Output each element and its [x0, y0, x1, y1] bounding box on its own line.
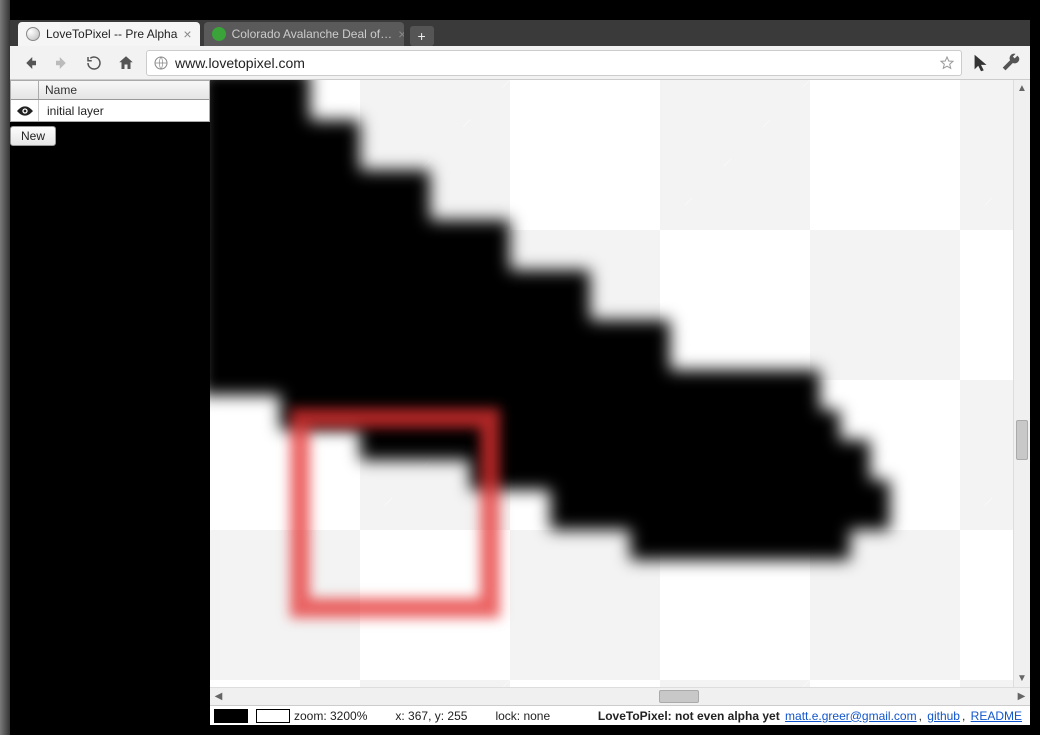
back-button[interactable]: [18, 51, 42, 75]
window-frame-left: [0, 0, 10, 735]
page-content: Name initial layer New: [10, 80, 1030, 725]
new-tab-button[interactable]: +: [410, 26, 434, 46]
email-link[interactable]: matt.e.greer@gmail.com: [785, 709, 917, 723]
close-icon[interactable]: ×: [183, 27, 191, 41]
brush-cursor-outline: [290, 408, 500, 618]
browser-tab-active[interactable]: LoveToPixel -- Pre Alpha ×: [18, 22, 200, 46]
globe-icon: [26, 27, 40, 41]
scroll-up-button[interactable]: ▲: [1014, 80, 1030, 97]
tab-strip: LoveToPixel -- Pre Alpha × Colorado Aval…: [10, 20, 1030, 46]
readme-link[interactable]: README: [971, 709, 1022, 723]
canvas-viewport[interactable]: ▲ ▼: [210, 80, 1030, 687]
layers-sidebar: Name initial layer New: [10, 80, 210, 146]
url-input[interactable]: [175, 55, 939, 71]
layers-header: Name: [10, 80, 210, 100]
scroll-right-button[interactable]: ▶: [1013, 691, 1030, 702]
arrow-left-icon: [21, 54, 39, 72]
wrench-icon[interactable]: [1000, 52, 1022, 74]
vertical-scrollbar[interactable]: ▲ ▼: [1013, 80, 1030, 687]
reload-button[interactable]: [82, 51, 106, 75]
tab-title: LoveToPixel -- Pre Alpha: [46, 27, 177, 41]
foreground-color-swatch[interactable]: [214, 709, 248, 723]
background-color-swatch[interactable]: [256, 709, 290, 723]
layer-row[interactable]: initial layer: [10, 100, 210, 122]
cursor-tool-icon[interactable]: [970, 52, 992, 74]
horizontal-scroll-track[interactable]: [227, 688, 1013, 705]
layer-name: initial layer: [39, 104, 104, 118]
app-tagline: LoveToPixel: not even alpha yet: [598, 709, 780, 723]
browser-window: LoveToPixel -- Pre Alpha × Colorado Aval…: [0, 0, 1040, 735]
home-button[interactable]: [114, 51, 138, 75]
tab-title: Colorado Avalanche Deal of…: [232, 27, 393, 41]
lock-status: lock: none: [495, 709, 550, 723]
globe-icon: [153, 55, 169, 71]
status-right: LoveToPixel: not even alpha yet matt.e.g…: [598, 709, 1024, 723]
name-column-header: Name: [39, 83, 77, 97]
scroll-left-button[interactable]: ◀: [210, 691, 227, 702]
status-bar: zoom: 3200% x: 367, y: 255 lock: none Lo…: [210, 705, 1030, 725]
reload-icon: [85, 54, 103, 72]
close-icon[interactable]: ×: [398, 27, 403, 41]
scroll-down-button[interactable]: ▼: [1014, 670, 1030, 687]
horizontal-scroll-thumb[interactable]: [659, 690, 699, 703]
star-icon[interactable]: [939, 55, 955, 71]
arrow-right-icon: [53, 54, 71, 72]
site-icon: [212, 27, 226, 41]
eye-icon: [17, 106, 33, 116]
github-link[interactable]: github: [927, 709, 960, 723]
home-icon: [117, 54, 135, 72]
address-bar[interactable]: [146, 50, 962, 76]
zoom-status: zoom: 3200%: [294, 709, 367, 723]
visibility-column-header: [11, 81, 39, 99]
vertical-scroll-thumb[interactable]: [1016, 420, 1028, 460]
horizontal-scrollbar[interactable]: ◀ ▶: [210, 687, 1030, 705]
layer-visibility-toggle[interactable]: [11, 100, 39, 121]
forward-button[interactable]: [50, 51, 74, 75]
coords-status: x: 367, y: 255: [395, 709, 467, 723]
new-layer-button[interactable]: New: [10, 126, 56, 146]
plus-icon: +: [418, 28, 426, 44]
layers-panel: Name initial layer: [10, 80, 210, 122]
browser-toolbar: [10, 46, 1030, 80]
browser-tab-inactive[interactable]: Colorado Avalanche Deal of… ×: [204, 22, 404, 46]
